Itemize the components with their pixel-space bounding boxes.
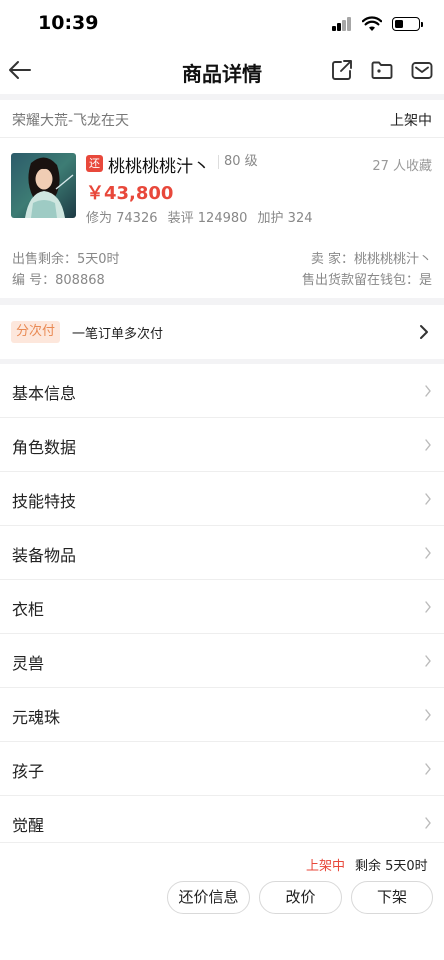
chevron-right-icon xyxy=(425,655,431,667)
status-time: 10:39 xyxy=(38,12,99,34)
menu-item-role-data[interactable]: 角色数据 xyxy=(0,418,444,472)
role-name: 桃桃桃桃汁丶 xyxy=(108,157,210,177)
menu-item-label: 元魂珠 xyxy=(12,708,61,727)
installment-tag: 分次付 xyxy=(11,321,61,343)
mail-icon[interactable] xyxy=(410,58,434,82)
chevron-right-icon xyxy=(425,709,431,721)
chevron-right-icon xyxy=(420,325,428,339)
bottom-listing-status: 上架中 xyxy=(306,859,346,874)
chevron-right-icon xyxy=(425,493,431,505)
product-summary: 还 桃桃桃桃汁丶 80 级 27 人收藏 ￥43,800 修为 74326 装评… xyxy=(0,138,444,298)
serial-number: 编 号：808868 xyxy=(12,273,105,288)
detail-menu: 基本信息 角色数据 技能特技 装备物品 衣柜 灵兽 元魂珠 孩子 觉醒 xyxy=(0,364,444,850)
chevron-right-icon xyxy=(425,763,431,775)
seller: 卖 家：桃桃桃桃汁丶 xyxy=(310,252,432,267)
menu-item-label: 觉醒 xyxy=(12,816,45,835)
installment-text: 一笔订单多次付 xyxy=(72,327,164,342)
share-icon[interactable] xyxy=(330,58,354,82)
menu-item-skills[interactable]: 技能特技 xyxy=(0,472,444,526)
menu-item-spirit-beast[interactable]: 灵兽 xyxy=(0,634,444,688)
delist-button[interactable]: 下架 xyxy=(351,881,433,914)
chevron-right-icon xyxy=(425,385,431,397)
chevron-right-icon xyxy=(425,817,431,829)
installment-row[interactable]: 分次付 一笔订单多次付 xyxy=(0,305,444,359)
role-level: 80 级 xyxy=(218,155,258,169)
folder-icon[interactable] xyxy=(370,58,394,82)
menu-item-label: 角色数据 xyxy=(12,438,77,457)
chevron-right-icon xyxy=(425,601,431,613)
change-price-button[interactable]: 改价 xyxy=(259,881,342,914)
game-server-name: 荣耀大荒-飞龙在天 xyxy=(12,113,130,129)
wifi-icon xyxy=(362,16,382,31)
status-icons xyxy=(332,14,423,34)
price: ￥43,800 xyxy=(86,183,174,204)
menu-item-wardrobe[interactable]: 衣柜 xyxy=(0,580,444,634)
stat-equipment-score: 装评 124980 xyxy=(167,211,248,226)
menu-item-label: 装备物品 xyxy=(12,546,77,565)
role-stats: 修为 74326 装评 124980 加护 324 xyxy=(86,207,319,226)
game-server-row: 荣耀大荒-飞龙在天 上架中 xyxy=(0,100,444,138)
product-detail-page: 10:39 商品详情 荣耀大荒-飞龙在天 上架中 还 桃桃桃桃汁丶 80 级 2… xyxy=(0,0,444,960)
favorite-count: 27 人收藏 xyxy=(372,159,432,174)
menu-item-equipment[interactable]: 装备物品 xyxy=(0,526,444,580)
status-bar: 10:39 xyxy=(0,0,444,48)
menu-item-label: 技能特技 xyxy=(12,492,77,511)
cellular-signal-icon xyxy=(332,17,352,31)
section-divider xyxy=(0,298,444,305)
listing-status: 上架中 xyxy=(390,113,432,129)
menu-item-label: 基本信息 xyxy=(12,384,77,403)
menu-item-label: 孩子 xyxy=(12,762,45,781)
menu-item-basic-info[interactable]: 基本信息 xyxy=(0,364,444,418)
bottom-remaining-time: 剩余 5天0时 xyxy=(355,859,428,874)
menu-item-label: 灵兽 xyxy=(12,654,45,673)
battery-icon xyxy=(392,17,423,31)
stat-protection: 加护 324 xyxy=(257,211,313,226)
chevron-right-icon xyxy=(425,439,431,451)
bottom-action-bar: 上架中 剩余 5天0时 还价信息 改价 下架 xyxy=(0,842,444,960)
wallet-setting: 售出货款留在钱包：是 xyxy=(301,273,432,288)
chevron-right-icon xyxy=(425,547,431,559)
nav-bar: 商品详情 xyxy=(0,48,444,94)
menu-item-soul-orb[interactable]: 元魂珠 xyxy=(0,688,444,742)
counter-offer-info-button[interactable]: 还价信息 xyxy=(167,881,250,914)
sale-remaining: 出售剩余：5天0时 xyxy=(12,252,120,267)
menu-item-label: 衣柜 xyxy=(12,600,45,619)
return-tag: 还 xyxy=(86,155,103,172)
stat-cultivation: 修为 74326 xyxy=(86,211,158,226)
menu-item-children[interactable]: 孩子 xyxy=(0,742,444,796)
character-avatar[interactable] xyxy=(11,153,76,218)
